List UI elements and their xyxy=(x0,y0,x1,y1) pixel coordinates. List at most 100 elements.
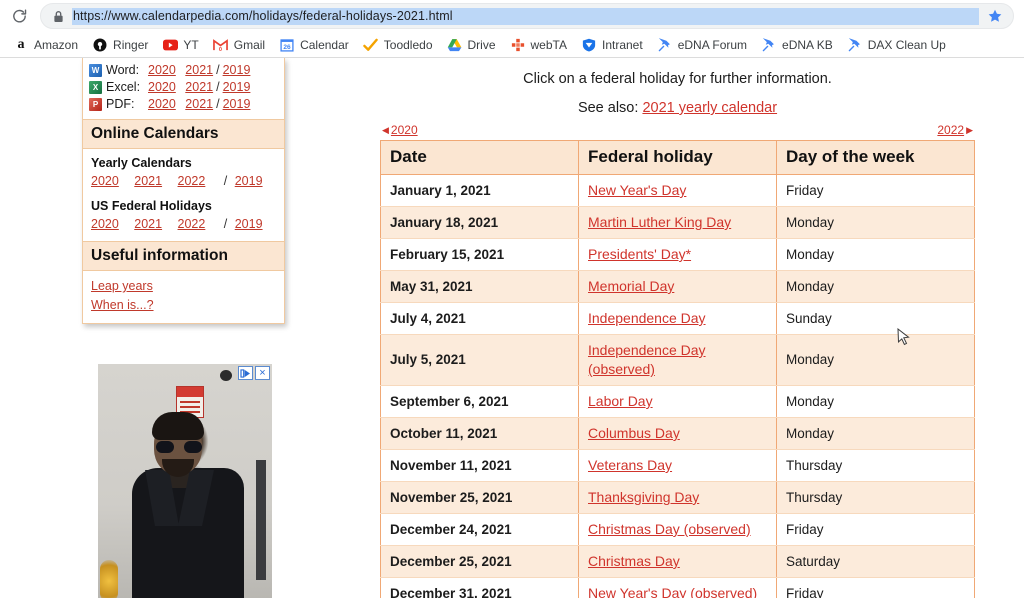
holiday-link[interactable]: Christmas Day xyxy=(588,553,680,569)
main-content: Click on a federal holiday for further i… xyxy=(380,58,975,598)
checkmark-icon xyxy=(363,37,379,53)
holiday-link[interactable]: New Year's Day xyxy=(588,182,686,198)
page-content: W Word: 2020 2021 / 2019 X Excel: 2020 2… xyxy=(0,58,1024,598)
google-drive-icon xyxy=(447,37,463,53)
prev-year-arrow-icon: ◀ xyxy=(382,124,389,135)
bookmark-gmail[interactable]: 0 Gmail xyxy=(206,35,272,55)
sidebar-downloads: W Word: 2020 2021 / 2019 X Excel: 2020 2… xyxy=(83,58,284,119)
bookmark-ringer[interactable]: Ringer xyxy=(85,35,155,55)
calendar-icon: 26 xyxy=(279,37,295,53)
advertisement[interactable]: × xyxy=(98,364,272,598)
excel-year-link-2019[interactable]: 2019 xyxy=(223,79,251,95)
cell-day-of-week: Thursday xyxy=(776,449,975,482)
federal-link-2021[interactable]: 2021 xyxy=(134,217,162,231)
column-header-day-of-week: Day of the week xyxy=(776,140,975,175)
table-row: November 25, 2021 Thanksgiving Day Thursda… xyxy=(380,481,975,514)
sidebar-yearly-calendar-links: 2020 2021 2022 / 2019 xyxy=(91,172,276,190)
advertisement-image xyxy=(98,364,272,598)
pdf-year-link-2021[interactable]: 2021 xyxy=(185,96,213,112)
table-row: October 11, 2021 Columbus Day Monday xyxy=(380,417,975,450)
cell-holiday: Independence Day (observed) xyxy=(578,334,777,386)
word-year-link-2020[interactable]: 2020 xyxy=(148,62,176,78)
sidebar-link-when-is[interactable]: When is...? xyxy=(91,296,276,315)
bookmark-drive[interactable]: Drive xyxy=(440,35,503,55)
excel-year-link-2021[interactable]: 2021 xyxy=(185,79,213,95)
table-row: December 24, 2021 Christmas Day (observed… xyxy=(380,513,975,546)
holiday-link[interactable]: Independence Day xyxy=(588,310,706,326)
holiday-link[interactable]: Memorial Day xyxy=(588,278,674,294)
cell-holiday: Columbus Day xyxy=(578,417,777,450)
holiday-link[interactable]: Independence Day (observed) xyxy=(588,342,706,377)
decorative-light xyxy=(100,560,118,598)
prev-year-link[interactable]: 2020 xyxy=(391,123,418,137)
sidebar-link-leap-years[interactable]: Leap years xyxy=(91,277,276,296)
cell-day-of-week: Monday xyxy=(776,206,975,239)
pushpin-icon xyxy=(847,37,863,53)
pushpin-icon xyxy=(657,37,673,53)
bookmark-webta[interactable]: webTA xyxy=(503,35,574,55)
see-also-link[interactable]: 2021 yearly calendar xyxy=(642,100,777,116)
star-filled-icon[interactable] xyxy=(987,8,1005,24)
holiday-link[interactable]: Presidents' Day* xyxy=(588,246,691,262)
holiday-link[interactable]: Veterans Day xyxy=(588,457,672,473)
sidebar: W Word: 2020 2021 / 2019 X Excel: 2020 2… xyxy=(82,58,285,324)
federal-link-2022[interactable]: 2022 xyxy=(178,217,206,231)
lock-icon xyxy=(53,10,64,23)
bookmark-label: YT xyxy=(183,37,199,52)
holiday-link[interactable]: Columbus Day xyxy=(588,425,680,441)
slash-separator: / xyxy=(223,217,228,231)
bookmark-toodledo[interactable]: Toodledo xyxy=(356,35,440,55)
address-bar[interactable]: https://www.calendarpedia.com/holidays/f… xyxy=(40,3,1014,29)
cell-day-of-week: Monday xyxy=(776,238,975,271)
bookmark-edna-kb[interactable]: eDNA KB xyxy=(754,35,840,55)
pdf-year-link-2020[interactable]: 2020 xyxy=(148,96,176,112)
holiday-link[interactable]: Martin Luther King Day xyxy=(588,214,731,230)
bookmark-amazon[interactable]: a Amazon xyxy=(6,35,85,55)
youtube-icon xyxy=(162,37,178,53)
cell-holiday: Martin Luther King Day xyxy=(578,206,777,239)
excel-year-link-2020[interactable]: 2020 xyxy=(148,79,176,95)
cell-holiday: Christmas Day xyxy=(578,545,777,578)
see-also-label: See also: xyxy=(577,100,639,116)
holiday-link[interactable]: Labor Day xyxy=(588,393,653,409)
intro-text: Click on a federal holiday for further i… xyxy=(523,71,832,87)
holiday-link[interactable]: Christmas Day (observed) xyxy=(588,521,751,537)
cell-date: November 25, 2021 xyxy=(380,481,579,514)
pdf-year-link-2019[interactable]: 2019 xyxy=(223,96,251,112)
word-year-link-2021[interactable]: 2021 xyxy=(185,62,213,78)
bookmark-yt[interactable]: YT xyxy=(155,35,205,55)
table-row: July 4, 2021 Independence Day Sunday xyxy=(380,302,975,335)
reload-icon xyxy=(12,9,26,22)
bookmark-edna-forum[interactable]: eDNA Forum xyxy=(650,35,754,55)
next-year-link[interactable]: 2022 xyxy=(937,123,964,137)
bookmark-dax-clean-up[interactable]: DAX Clean Up xyxy=(840,35,953,55)
bookmark-label: Calendar xyxy=(300,37,349,52)
yearly-link-2022[interactable]: 2022 xyxy=(178,174,206,188)
url-text[interactable]: https://www.calendarpedia.com/holidays/f… xyxy=(72,7,979,25)
bookmark-calendar[interactable]: 26 Calendar xyxy=(272,35,356,55)
decorative-knob xyxy=(220,370,232,381)
yearly-link-2020[interactable]: 2020 xyxy=(91,174,119,188)
cell-holiday: New Year's Day xyxy=(578,174,777,207)
reload-button[interactable] xyxy=(6,3,32,29)
cell-day-of-week: Friday xyxy=(776,513,975,546)
ad-close-button[interactable]: × xyxy=(255,366,270,380)
federal-link-2020[interactable]: 2020 xyxy=(91,217,119,231)
bookmark-label: Ringer xyxy=(113,37,149,52)
holiday-link[interactable]: New Year's Day (observed) xyxy=(588,585,757,598)
word-year-link-2019[interactable]: 2019 xyxy=(223,62,251,78)
cell-date: December 25, 2021 xyxy=(380,545,579,578)
cell-date: May 31, 2021 xyxy=(380,270,579,303)
cell-holiday: Veterans Day xyxy=(578,449,777,482)
holiday-link[interactable]: Thanksgiving Day xyxy=(588,489,699,505)
cell-holiday: Independence Day xyxy=(578,302,777,335)
bookmark-intranet[interactable]: Intranet xyxy=(574,35,650,55)
federal-link-2019[interactable]: 2019 xyxy=(235,217,263,231)
yearly-link-2019[interactable]: 2019 xyxy=(235,174,263,188)
cell-holiday: Thanksgiving Day xyxy=(578,481,777,514)
sunglasses-icon xyxy=(156,441,202,453)
table-row: December 25, 2021 Christmas Day Saturday xyxy=(380,545,975,578)
yearly-link-2021[interactable]: 2021 xyxy=(134,174,162,188)
ad-info-icon[interactable] xyxy=(238,366,253,380)
